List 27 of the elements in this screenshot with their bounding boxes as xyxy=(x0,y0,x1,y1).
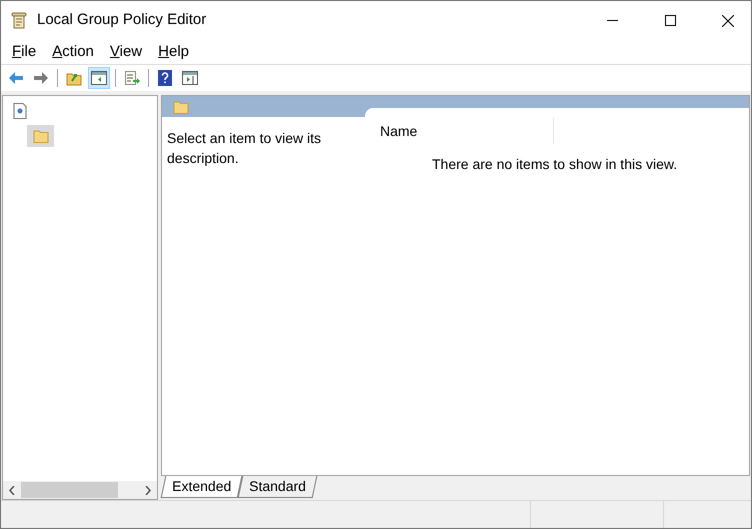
scroll-icon xyxy=(11,12,27,30)
horizontal-scrollbar[interactable] xyxy=(3,481,157,499)
scroll-right-icon xyxy=(145,486,151,494)
column-header[interactable]: Name xyxy=(365,118,554,144)
menu-item[interactable]: View xyxy=(102,40,150,64)
maximize-icon xyxy=(664,15,676,26)
help-icon xyxy=(158,70,172,86)
window-title: Local Group Policy Editor xyxy=(37,10,206,30)
export-list-icon xyxy=(124,70,140,86)
folder-icon xyxy=(32,129,48,143)
scroll-left-icon xyxy=(9,486,15,494)
view-tab[interactable]: Extended xyxy=(160,476,242,498)
close-icon xyxy=(722,14,734,26)
forward-arrow-icon xyxy=(33,71,49,85)
view-tab[interactable]: Standard xyxy=(238,476,318,498)
folder-icon xyxy=(173,100,189,114)
menu-item[interactable]: File xyxy=(4,40,44,64)
menu-item[interactable]: Help xyxy=(150,40,198,64)
action-pane-icon xyxy=(182,71,198,85)
description-text: Select an item to view its description. xyxy=(167,129,322,168)
policy-document-icon xyxy=(12,103,26,119)
toolbar-button[interactable] xyxy=(88,67,110,89)
minimize-icon xyxy=(606,20,618,21)
pane-icon xyxy=(91,71,107,85)
empty-message: There are no items to show in this view. xyxy=(431,155,678,174)
menu-item[interactable]: Action xyxy=(44,40,102,64)
back-arrow-icon xyxy=(8,71,24,85)
